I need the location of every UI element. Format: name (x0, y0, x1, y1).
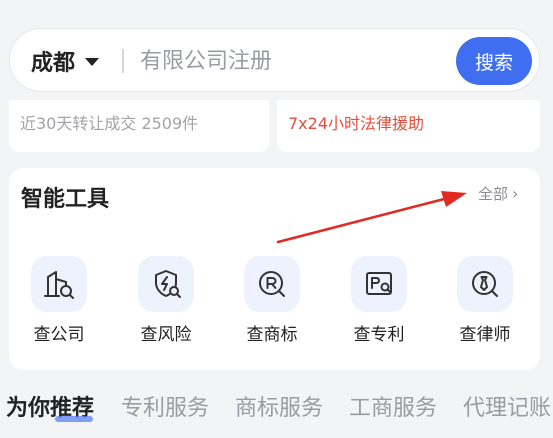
shield-lightning-search-icon (138, 256, 194, 312)
registered-trademark-search-icon (244, 256, 300, 312)
tab-business-services[interactable]: 工商服务 (349, 390, 437, 422)
tab-patent-services[interactable]: 专利服务 (121, 390, 209, 422)
city-label: 成都 (31, 51, 76, 76)
active-tab-indicator (55, 416, 93, 422)
tool-label: 查专利 (353, 325, 405, 345)
tool-check-company[interactable]: 查公司 (19, 256, 99, 356)
patent-document-search-icon (351, 256, 407, 312)
tool-check-patent[interactable]: 查专利 (339, 256, 419, 356)
tab-trademark-services[interactable]: 商标服务 (235, 390, 323, 422)
search-divider (122, 49, 124, 73)
tool-check-risk[interactable]: 查风险 (126, 256, 206, 356)
caret-down-icon (85, 58, 100, 66)
search-input[interactable] (140, 41, 440, 81)
search-button[interactable]: 搜索 (456, 37, 532, 85)
search-bar: 成都 搜索 (9, 28, 540, 92)
legal-aid-text: 7x24小时法律援助 (288, 114, 425, 133)
view-all-link[interactable]: 全部 › (478, 183, 518, 204)
tool-label: 查风险 (140, 325, 192, 345)
tool-check-lawyer[interactable]: 查律师 (445, 256, 525, 356)
tool-check-trademark[interactable]: 查商标 (232, 256, 312, 356)
smart-tools-title: 智能工具 (21, 187, 110, 212)
lawyer-tie-search-icon (457, 256, 513, 312)
tool-label: 查公司 (33, 325, 85, 345)
legal-aid-card[interactable]: 7x24小时法律援助 (277, 100, 540, 152)
chevron-right-icon: › (512, 184, 519, 203)
transfer-stats-card[interactable]: 近30天转让成交 2509件 (9, 100, 269, 152)
tool-label: 查律师 (459, 325, 511, 345)
view-all-label: 全部 (478, 185, 509, 203)
category-tabs: 为你推荐 专利服务 商标服务 工商服务 代理记账 (0, 386, 553, 426)
building-search-icon (31, 256, 87, 312)
tool-label: 查商标 (246, 325, 298, 345)
tab-bookkeeping[interactable]: 代理记账 (463, 390, 551, 422)
smart-tools-card: 智能工具 全部 › 查公司 查风险 查商标 查专利 查律师 (9, 168, 540, 370)
transfer-stats-text: 近30天转让成交 2509件 (20, 114, 199, 133)
city-selector[interactable]: 成都 (31, 29, 100, 93)
